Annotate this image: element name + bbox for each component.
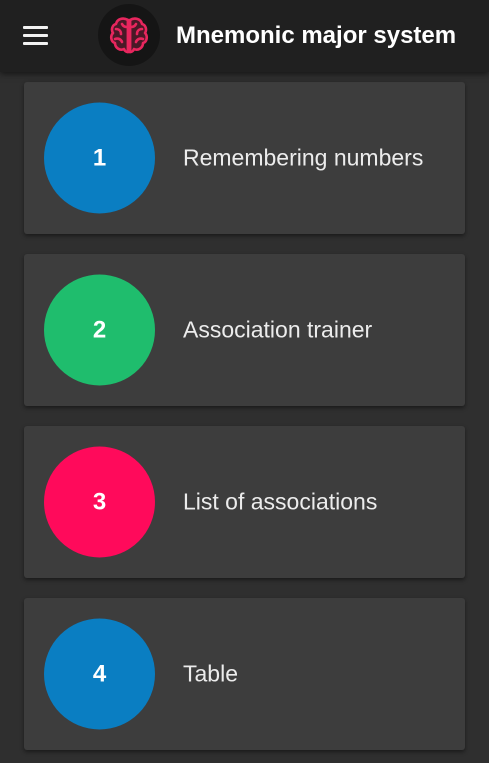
menu-card-label: List of associations — [183, 488, 378, 515]
hamburger-icon-bar — [22, 25, 48, 29]
menu-card-association-trainer[interactable]: 2 Association trainer — [24, 254, 465, 406]
number-badge: 2 — [44, 274, 155, 386]
menu-card-label: Table — [183, 660, 238, 687]
app-bar: Mnemonic major system — [0, 0, 489, 72]
hamburger-icon-bar — [22, 33, 48, 37]
menu-card-table[interactable]: 4 Table — [24, 598, 465, 750]
menu-card-remembering-numbers[interactable]: 1 Remembering numbers — [24, 82, 465, 234]
brain-icon — [98, 4, 160, 66]
menu-card-label: Remembering numbers — [183, 144, 424, 171]
hamburger-menu-button[interactable] — [14, 17, 56, 53]
menu-card-label: Association trainer — [183, 316, 373, 343]
menu-card-list-of-associations[interactable]: 3 List of associations — [24, 426, 465, 578]
hamburger-icon-bar — [22, 41, 48, 45]
number-badge: 4 — [44, 618, 155, 730]
brain-icon-graphic — [109, 17, 149, 54]
number-badge: 1 — [44, 102, 155, 214]
number-badge: 3 — [44, 446, 155, 558]
app-title: Mnemonic major system — [176, 22, 457, 49]
